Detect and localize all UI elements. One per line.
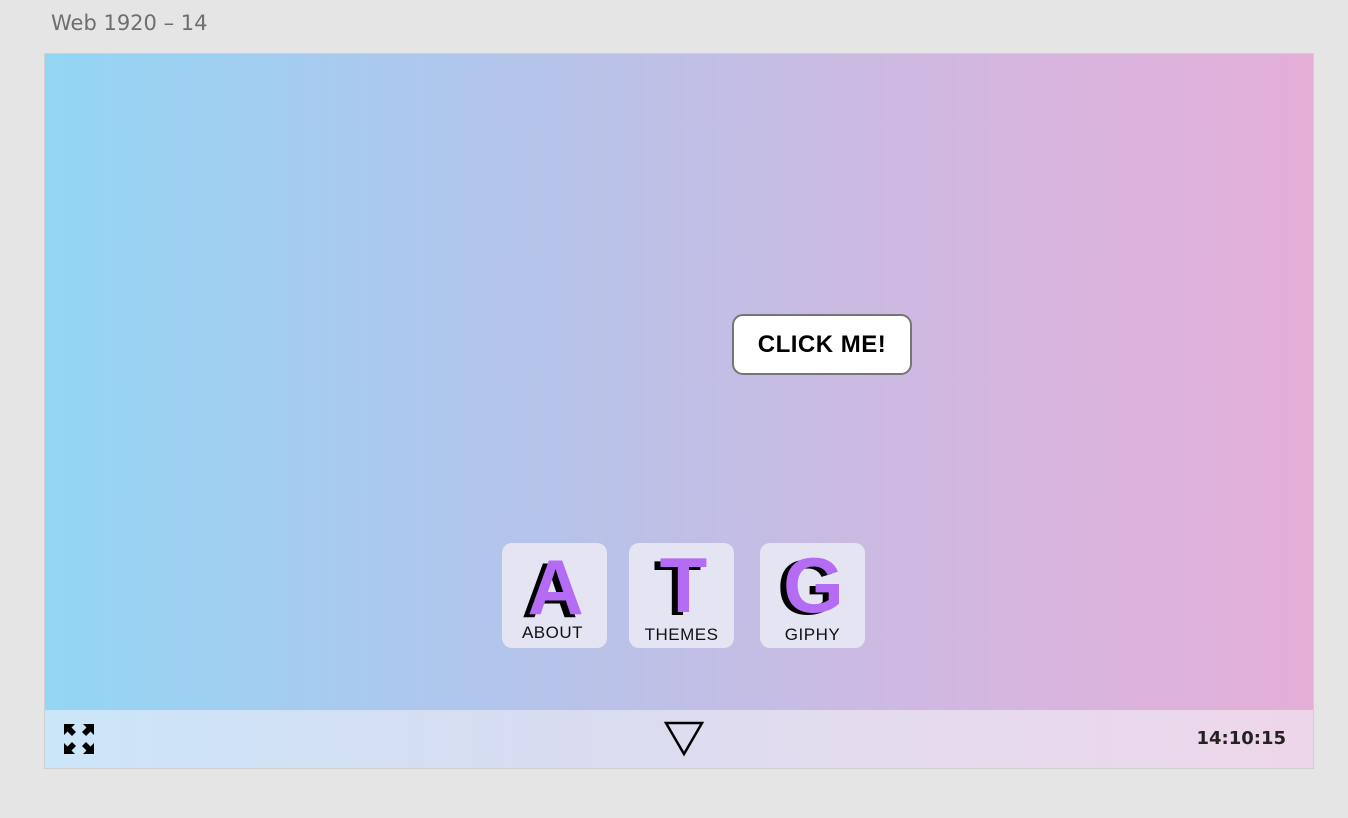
themes-app-icon[interactable]: T T THEMES: [629, 543, 734, 648]
about-app-icon[interactable]: A A ABOUT: [502, 543, 607, 648]
triangle-down-icon[interactable]: [663, 720, 705, 758]
giphy-label: GIPHY: [784, 625, 841, 644]
fullscreen-icon[interactable]: [62, 722, 96, 756]
giphy-letter: G: [783, 541, 844, 629]
click-me-button[interactable]: CLICK ME!: [732, 314, 912, 375]
desktop-artboard: CLICK ME! A A ABOUT T T THEMES G G GIPHY: [44, 53, 1314, 769]
giphy-app-icon[interactable]: G G GIPHY: [760, 543, 865, 648]
themes-letter: T: [659, 541, 708, 629]
about-letter: A: [527, 543, 584, 631]
about-label: ABOUT: [521, 623, 584, 642]
clock: 14:10:15: [1196, 728, 1286, 749]
taskbar: 14:10:15: [45, 710, 1313, 768]
themes-label: THEMES: [644, 625, 719, 644]
artboard-label: Web 1920 – 14: [51, 11, 208, 35]
